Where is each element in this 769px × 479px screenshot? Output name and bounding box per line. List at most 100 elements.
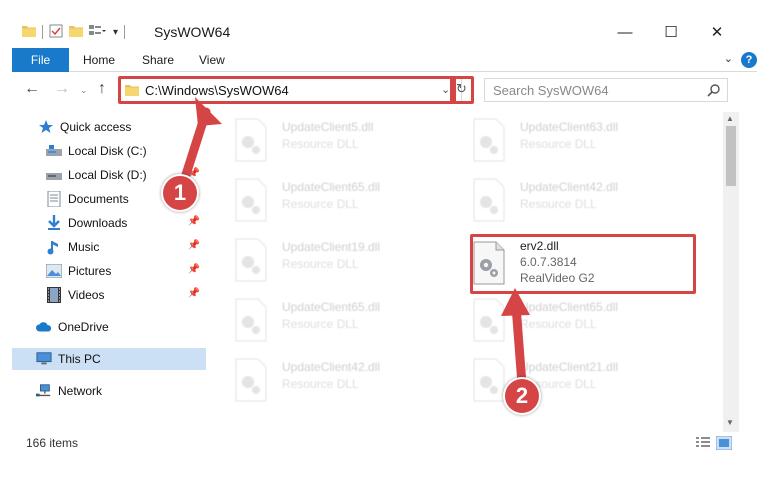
file-description: Resource DLL bbox=[282, 197, 359, 211]
new-folder-icon[interactable] bbox=[69, 25, 83, 40]
file-name: UpdateClient21.dll bbox=[520, 360, 619, 374]
sidebar-item-downloads[interactable]: Downloads 📌 bbox=[12, 212, 206, 234]
up-arrow-icon[interactable]: ↑ bbox=[98, 80, 106, 98]
sidebar-item-label: This PC bbox=[58, 352, 101, 366]
recent-locations-icon[interactable]: ⌄ bbox=[80, 85, 88, 96]
view-options-icon[interactable] bbox=[89, 24, 107, 40]
music-icon bbox=[46, 239, 62, 255]
file-name: UpdateClient63.dll bbox=[520, 120, 619, 134]
file-description: Resource DLL bbox=[282, 377, 359, 391]
vertical-scrollbar[interactable]: ▲ ▼ bbox=[723, 112, 739, 432]
file-description: Resource DLL bbox=[520, 197, 597, 211]
refresh-highlight-box bbox=[450, 76, 474, 104]
navigation-bar: ← → ⌄ ↑ C:\Windows\SysWOW64 ⌄ ↻ Search S… bbox=[12, 74, 757, 106]
step-badge-1: 1 bbox=[161, 174, 199, 212]
sidebar-item-quick-access[interactable]: Quick access bbox=[12, 116, 206, 138]
title-bar: ▾ SysWOW64 — ☐ ✕ bbox=[0, 0, 769, 44]
file-item[interactable]: UpdateClient65.dll Resource DLL bbox=[456, 294, 686, 346]
item-count: 166 items bbox=[26, 436, 79, 450]
file-name: UpdateClient42.dll bbox=[520, 180, 619, 194]
pictures-icon bbox=[46, 263, 62, 279]
window-title: SysWOW64 bbox=[154, 24, 231, 40]
search-input[interactable]: Search SysWOW64 bbox=[484, 78, 728, 102]
file-item[interactable]: UpdateClient19.dll Resource DLL bbox=[218, 234, 448, 286]
file-description: Resource DLL bbox=[520, 137, 597, 151]
sidebar-item-label: Quick access bbox=[60, 120, 132, 134]
file-description: Resource DLL bbox=[282, 137, 359, 151]
forward-arrow-icon[interactable]: → bbox=[54, 80, 70, 98]
tab-file[interactable]: File bbox=[12, 48, 69, 72]
sidebar-item-videos[interactable]: Videos 📌 bbox=[12, 284, 206, 306]
sidebar-item-this-pc[interactable]: This PC bbox=[12, 348, 206, 370]
pin-icon[interactable]: 📌 bbox=[188, 144, 200, 155]
tab-share[interactable]: Share bbox=[142, 53, 174, 67]
dll-file-icon bbox=[234, 178, 268, 222]
pin-icon[interactable]: 📌 bbox=[188, 288, 200, 299]
properties-icon[interactable] bbox=[49, 24, 63, 41]
file-name: UpdateClient65.dll bbox=[520, 300, 619, 314]
back-arrow-icon[interactable]: ← bbox=[24, 80, 40, 98]
help-button[interactable]: ? bbox=[741, 52, 757, 68]
file-description: Resource DLL bbox=[282, 257, 359, 271]
file-item[interactable]: UpdateClient5.dll Resource DLL bbox=[218, 114, 448, 166]
sidebar-item-onedrive[interactable]: OneDrive bbox=[12, 316, 206, 338]
expand-ribbon-icon[interactable]: ⌄ bbox=[724, 52, 733, 65]
dll-file-icon bbox=[472, 178, 506, 222]
dll-file-icon bbox=[234, 358, 268, 402]
file-item[interactable]: UpdateClient21.dll Resource DLL bbox=[456, 354, 686, 406]
sidebar-item-label: Music bbox=[68, 240, 100, 254]
customize-toolbar-icon[interactable]: ▾ bbox=[113, 27, 118, 38]
scroll-down-icon[interactable]: ▼ bbox=[726, 418, 734, 427]
file-name: UpdateClient65.dll bbox=[282, 180, 381, 194]
navigation-pane: Quick access Local Disk (C:) 📌 Local Dis… bbox=[12, 112, 208, 412]
dll-file-icon bbox=[472, 298, 506, 342]
scrollbar-thumb[interactable] bbox=[726, 126, 736, 186]
sidebar-item-label: OneDrive bbox=[58, 320, 109, 334]
dll-file-icon bbox=[234, 118, 268, 162]
toolbar-separator bbox=[42, 25, 43, 39]
tab-home[interactable]: Home bbox=[83, 53, 115, 67]
details-view-icon[interactable] bbox=[695, 436, 711, 450]
sidebar-item-network[interactable]: Network bbox=[12, 380, 206, 402]
file-item[interactable]: UpdateClient65.dll Resource DLL bbox=[218, 174, 448, 226]
dll-file-icon bbox=[472, 358, 506, 402]
computer-icon bbox=[36, 351, 52, 367]
drive-icon bbox=[46, 167, 62, 183]
folder-icon bbox=[22, 25, 36, 40]
file-name: UpdateClient65.dll bbox=[282, 300, 381, 314]
file-highlight-box bbox=[470, 234, 696, 294]
sidebar-item-label: Documents bbox=[68, 192, 129, 206]
documents-icon bbox=[46, 191, 62, 207]
file-item[interactable]: UpdateClient65.dll Resource DLL bbox=[218, 294, 448, 346]
download-icon bbox=[46, 215, 62, 231]
file-item[interactable]: UpdateClient42.dll Resource DLL bbox=[218, 354, 448, 406]
pin-icon[interactable]: 📌 bbox=[188, 240, 200, 251]
search-placeholder: Search SysWOW64 bbox=[493, 83, 609, 98]
file-item[interactable]: UpdateClient42.dll Resource DLL bbox=[456, 174, 686, 226]
sidebar-item-music[interactable]: Music 📌 bbox=[12, 236, 206, 258]
close-button[interactable]: ✕ bbox=[694, 18, 740, 46]
dll-file-icon bbox=[234, 298, 268, 342]
minimize-button[interactable]: — bbox=[602, 18, 648, 46]
large-icons-view-icon[interactable] bbox=[715, 435, 733, 451]
file-name: UpdateClient5.dll bbox=[282, 120, 374, 134]
sidebar-item-label: Local Disk (D:) bbox=[68, 168, 147, 182]
tab-view[interactable]: View bbox=[199, 53, 225, 67]
ribbon: File Home Share View ⌄ ? bbox=[12, 48, 757, 72]
cloud-icon bbox=[36, 319, 52, 335]
videos-icon bbox=[46, 287, 62, 303]
sidebar-item-local-disk-c[interactable]: Local Disk (C:) 📌 bbox=[12, 140, 206, 162]
toolbar-separator bbox=[124, 25, 126, 39]
file-item[interactable]: UpdateClient63.dll Resource DLL bbox=[456, 114, 686, 166]
pin-icon[interactable]: 📌 bbox=[188, 216, 200, 227]
file-description: Resource DLL bbox=[282, 317, 359, 331]
file-name: UpdateClient42.dll bbox=[282, 360, 381, 374]
network-icon bbox=[36, 383, 52, 399]
maximize-button[interactable]: ☐ bbox=[648, 18, 694, 46]
quick-access-toolbar: ▾ bbox=[22, 23, 126, 41]
pin-icon[interactable]: 📌 bbox=[188, 264, 200, 275]
dll-file-icon bbox=[234, 238, 268, 282]
dll-file-icon bbox=[472, 118, 506, 162]
sidebar-item-pictures[interactable]: Pictures 📌 bbox=[12, 260, 206, 282]
scroll-up-icon[interactable]: ▲ bbox=[726, 114, 734, 123]
